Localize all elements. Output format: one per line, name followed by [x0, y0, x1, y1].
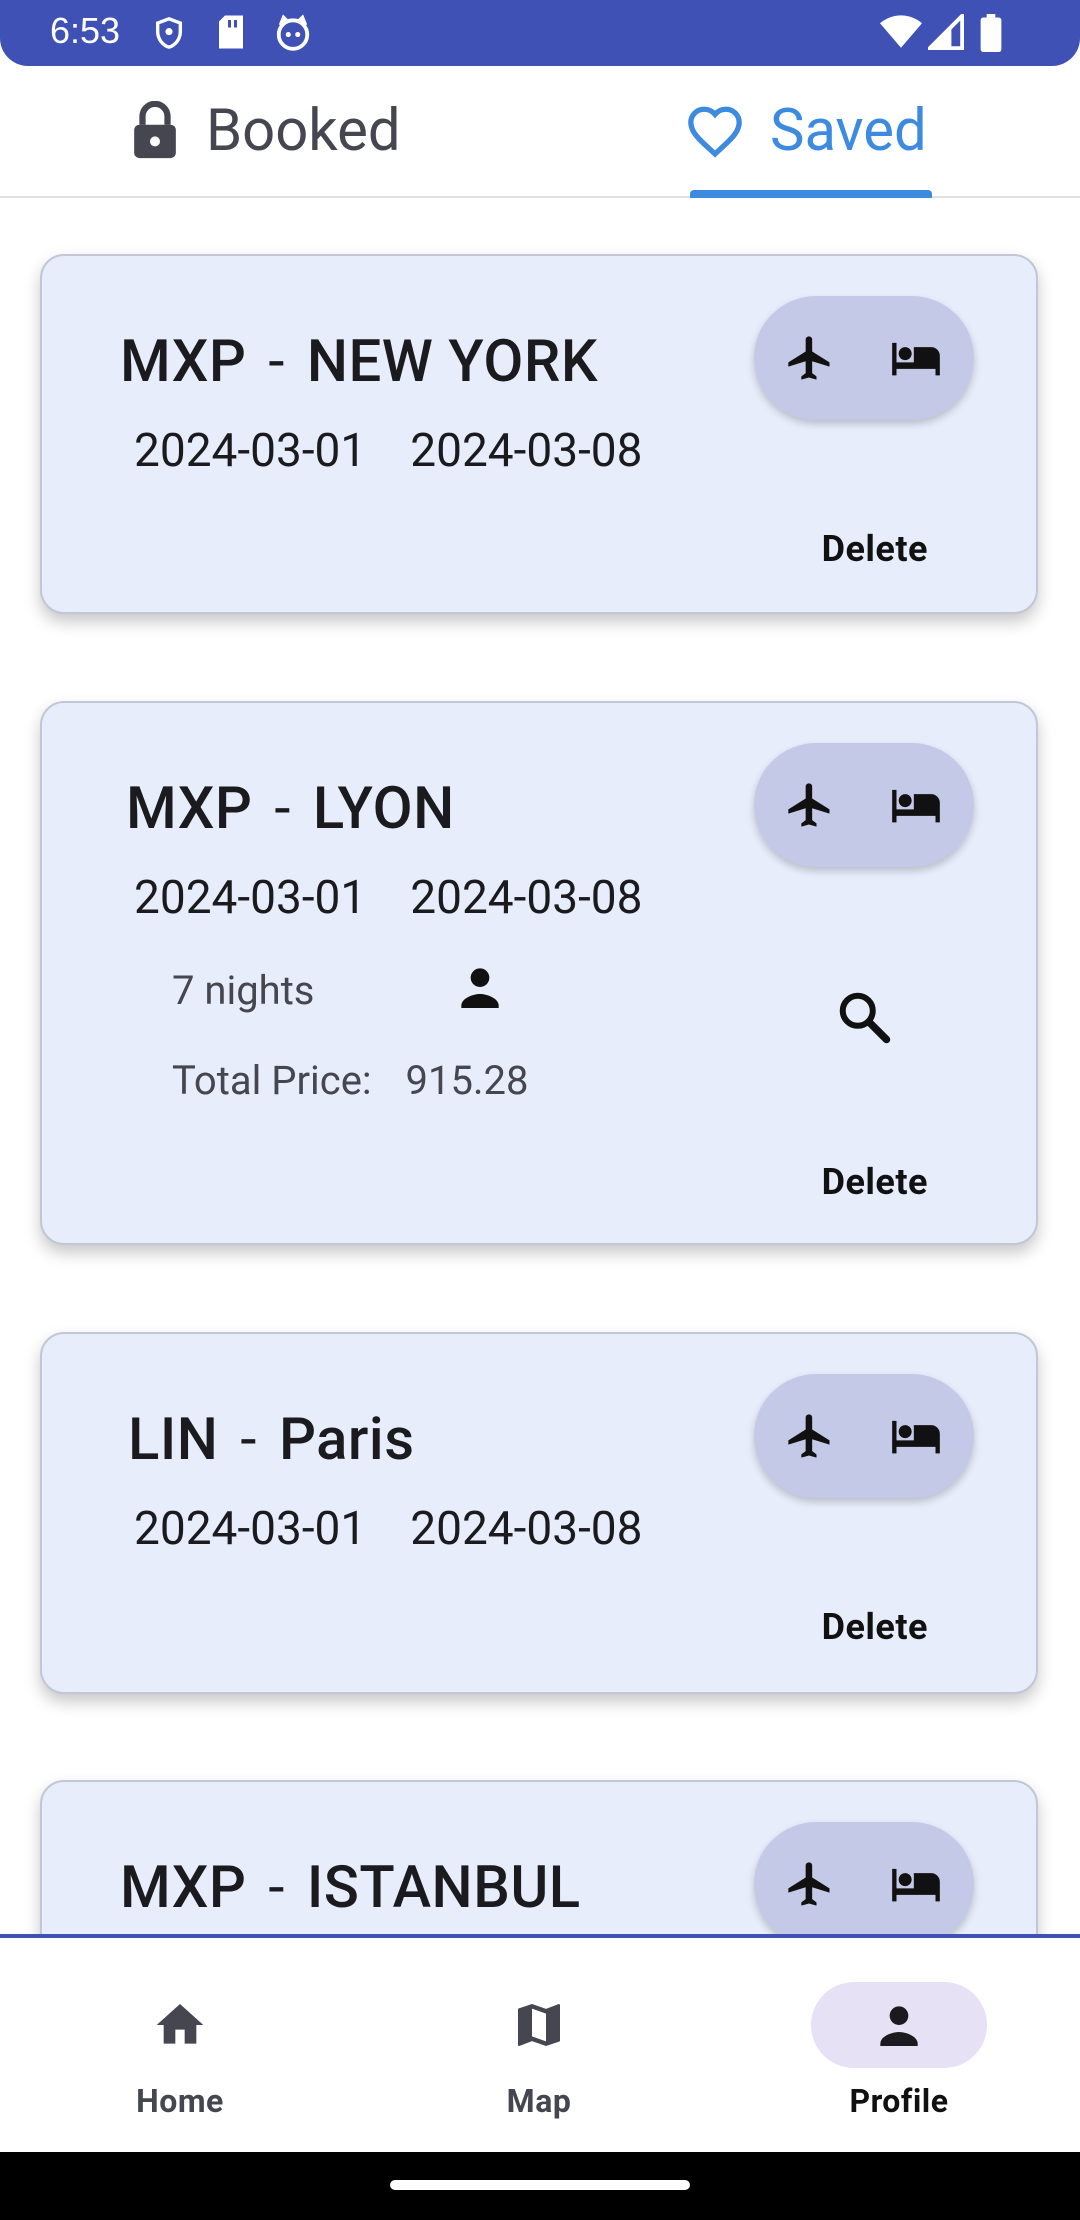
tab-saved[interactable]: Saved	[686, 66, 927, 196]
total-price-value: 915.28	[405, 1057, 529, 1104]
person-icon	[811, 1982, 987, 2068]
start-date: 2024-03-01	[134, 1502, 367, 1556]
hotel-icon[interactable]	[888, 779, 944, 835]
shield-icon	[152, 14, 186, 56]
trip-origin: MXP	[126, 775, 253, 843]
trip-route: MXP - ISTANBUL	[120, 1854, 581, 1922]
route-separator: -	[240, 1406, 257, 1474]
trip-route: MXP - NEW YORK	[120, 328, 598, 396]
hotel-icon[interactable]	[888, 332, 944, 388]
start-date: 2024-03-01	[134, 871, 367, 925]
trip-type-toggle[interactable]	[754, 296, 974, 420]
flight-icon[interactable]	[784, 1858, 836, 1914]
total-price: Total Price: 915.28	[172, 1057, 528, 1104]
bottom-navigation: Home Map Profile	[0, 1934, 1080, 2156]
route-separator: -	[274, 775, 291, 843]
hotel-icon[interactable]	[888, 1410, 944, 1466]
person-icon	[452, 959, 508, 1019]
nav-home-label: Home	[136, 2082, 224, 2120]
tab-booked-label: Booked	[206, 97, 401, 165]
nav-home[interactable]: Home	[70, 1938, 290, 2156]
trip-destination: Paris	[278, 1406, 415, 1474]
tab-bar: Booked Saved	[0, 66, 1080, 198]
tab-indicator	[690, 190, 932, 198]
status-bar: 6:53	[0, 0, 1080, 66]
flight-icon[interactable]	[784, 332, 836, 388]
trip-dates: 2024-03-01 2024-03-08	[134, 1502, 643, 1556]
gesture-handle[interactable]	[390, 2180, 690, 2190]
tab-booked[interactable]: Booked	[130, 66, 401, 196]
end-date: 2024-03-08	[410, 871, 643, 925]
heart-outline-icon	[686, 104, 744, 158]
delete-button[interactable]: Delete	[822, 528, 928, 570]
trip-type-toggle[interactable]	[754, 1374, 974, 1498]
signal-icon	[925, 11, 965, 54]
end-date: 2024-03-08	[410, 424, 643, 478]
map-icon	[451, 1982, 627, 2068]
trip-origin: LIN	[128, 1406, 219, 1474]
nights-count: 7 nights	[172, 967, 315, 1014]
end-date: 2024-03-08	[410, 1502, 643, 1556]
trip-card[interactable]: LIN - Paris 2024-03-01 2024-03-08 Delete	[40, 1332, 1038, 1694]
start-date: 2024-03-01	[134, 424, 367, 478]
trip-destination: LYON	[312, 775, 455, 843]
nav-map[interactable]: Map	[429, 1938, 649, 2156]
search-icon[interactable]	[834, 987, 894, 1051]
flight-icon[interactable]	[784, 1410, 836, 1466]
delete-button[interactable]: Delete	[822, 1606, 928, 1648]
nav-profile[interactable]: Profile	[789, 1938, 1009, 2156]
trip-dates: 2024-03-01 2024-03-08	[134, 871, 643, 925]
status-time: 6:53	[50, 10, 121, 51]
route-separator: -	[268, 328, 285, 396]
lock-icon	[130, 101, 180, 161]
trip-origin: MXP	[120, 328, 247, 396]
delete-button[interactable]: Delete	[822, 1161, 928, 1203]
sd-card-icon	[216, 14, 246, 54]
flight-icon[interactable]	[784, 779, 836, 835]
nav-profile-label: Profile	[849, 2082, 949, 2120]
trip-route: MXP - LYON	[126, 775, 455, 843]
trip-origin: MXP	[120, 1854, 247, 1922]
trip-card[interactable]: MXP - LYON 2024-03-01 2024-03-08 7 nights T…	[40, 701, 1038, 1245]
hotel-icon[interactable]	[888, 1858, 944, 1914]
trip-route: LIN - Paris	[128, 1406, 415, 1474]
gesture-bar	[0, 2152, 1080, 2220]
route-separator: -	[268, 1854, 285, 1922]
trip-dates: 2024-03-01 2024-03-08	[134, 424, 643, 478]
trip-type-toggle[interactable]	[754, 1822, 974, 1946]
tab-saved-label: Saved	[770, 97, 927, 165]
trip-destination: ISTANBUL	[306, 1854, 581, 1922]
battery-icon	[980, 14, 1002, 56]
home-icon	[92, 1982, 268, 2068]
total-price-label: Total Price:	[172, 1057, 372, 1104]
nav-map-label: Map	[506, 2082, 572, 2120]
trip-card[interactable]: MXP - NEW YORK 2024-03-01 2024-03-08 Delete	[40, 254, 1038, 614]
cat-icon	[274, 14, 312, 56]
wifi-icon	[880, 14, 922, 54]
trip-destination: NEW YORK	[306, 328, 598, 396]
trip-type-toggle[interactable]	[754, 743, 974, 867]
